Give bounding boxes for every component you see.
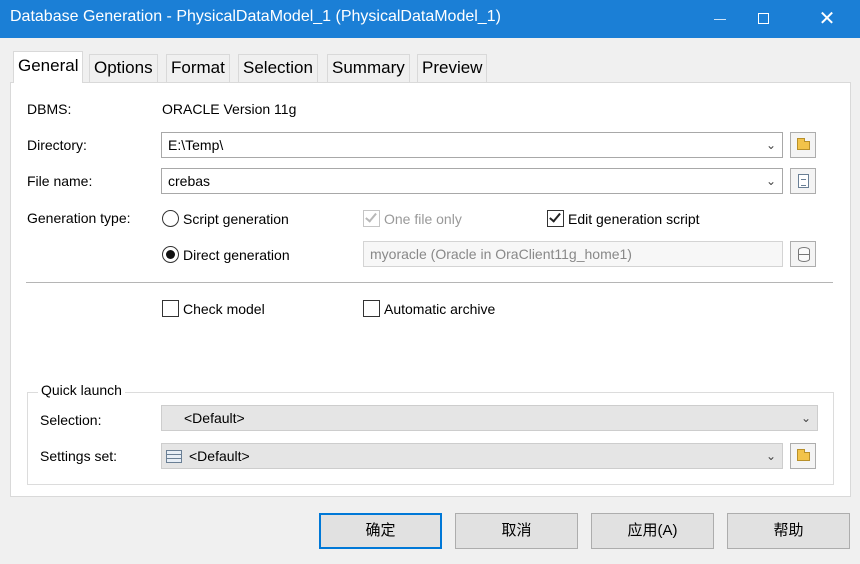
- minimize-icon: [714, 19, 726, 20]
- connection-field: myoracle (Oracle in OraClient11g_home1): [363, 241, 783, 267]
- automatic-archive-label: Automatic archive: [384, 301, 496, 317]
- settings-set-combo[interactable]: <Default> ⌄: [161, 443, 783, 469]
- tab-options[interactable]: Options: [89, 54, 158, 82]
- tab-general[interactable]: General: [13, 51, 84, 83]
- help-button[interactable]: 帮助: [727, 513, 850, 549]
- window-title: Database Generation - PhysicalDataModel_…: [10, 8, 501, 25]
- directory-label: Directory:: [27, 137, 87, 153]
- edit-generation-script-label: Edit generation script: [568, 211, 700, 227]
- ok-button[interactable]: 确定: [319, 513, 442, 549]
- chevron-down-icon[interactable]: ⌄: [766, 133, 776, 157]
- script-generation-label: Script generation: [183, 211, 289, 227]
- close-button[interactable]: ✕: [804, 0, 850, 38]
- database-icon: [798, 247, 810, 262]
- open-file-button[interactable]: [790, 168, 816, 194]
- tab-format[interactable]: Format: [166, 54, 230, 82]
- checkmark-icon: [365, 210, 377, 223]
- one-file-only-label: One file only: [384, 211, 462, 227]
- script-generation-radio[interactable]: [162, 210, 179, 227]
- selection-label: Selection:: [40, 412, 102, 428]
- cancel-button[interactable]: 取消: [455, 513, 578, 549]
- one-file-only-checkbox[interactable]: [363, 210, 380, 227]
- document-icon: [798, 174, 809, 188]
- filename-value: crebas: [168, 173, 211, 189]
- check-model-checkbox[interactable]: [162, 300, 179, 317]
- close-icon: ✕: [818, 8, 836, 30]
- connection-value: myoracle (Oracle in OraClient11g_home1): [370, 246, 632, 262]
- filename-combo[interactable]: crebas ⌄: [161, 168, 783, 194]
- direct-generation-label: Direct generation: [183, 247, 290, 263]
- edit-generation-script-checkbox[interactable]: [547, 210, 564, 227]
- quick-launch-legend: Quick launch: [38, 382, 125, 398]
- title-bar: Database Generation - PhysicalDataModel_…: [0, 0, 860, 38]
- apply-button[interactable]: 应用(A): [591, 513, 714, 549]
- directory-value: E:\Temp\: [168, 137, 224, 153]
- chevron-down-icon[interactable]: ⌄: [766, 444, 776, 468]
- dbms-label: DBMS:: [27, 101, 72, 117]
- selection-value: <Default>: [184, 410, 245, 426]
- automatic-archive-checkbox[interactable]: [363, 300, 380, 317]
- checkmark-icon: [549, 210, 561, 223]
- tab-selection[interactable]: Selection: [238, 54, 318, 82]
- grid-icon: [166, 450, 182, 463]
- folder-icon: [797, 138, 810, 150]
- tab-preview[interactable]: Preview: [417, 54, 488, 82]
- check-model-label: Check model: [183, 301, 265, 317]
- generation-type-label: Generation type:: [27, 210, 131, 226]
- select-datasource-button[interactable]: [790, 241, 816, 267]
- chevron-down-icon[interactable]: ⌄: [801, 406, 811, 430]
- filename-label: File name:: [27, 173, 93, 189]
- browse-settings-button[interactable]: [790, 443, 816, 469]
- tab-summary[interactable]: Summary: [327, 54, 410, 82]
- browse-directory-button[interactable]: [790, 132, 816, 158]
- chevron-down-icon[interactable]: ⌄: [766, 169, 776, 193]
- separator: [26, 282, 833, 283]
- settings-set-label: Settings set:: [40, 448, 118, 464]
- dbms-value: ORACLE Version 11g: [162, 101, 297, 117]
- selection-combo[interactable]: <Default> ⌄: [161, 405, 818, 431]
- direct-generation-radio[interactable]: [162, 246, 179, 263]
- directory-combo[interactable]: E:\Temp\ ⌄: [161, 132, 783, 158]
- folder-icon: [797, 449, 810, 461]
- minimize-button[interactable]: [697, 0, 743, 38]
- maximize-icon: [758, 13, 769, 24]
- radio-selected-dot: [166, 250, 175, 259]
- maximize-button[interactable]: [741, 0, 787, 38]
